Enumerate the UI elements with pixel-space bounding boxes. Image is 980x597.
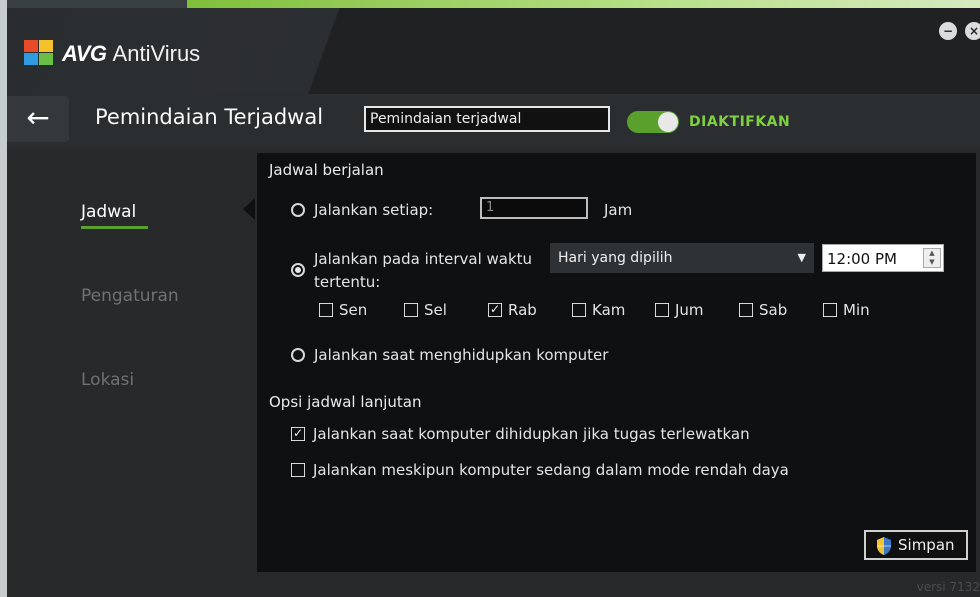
day-label-sen: Sen	[339, 301, 368, 319]
interval-dropdown[interactable]: Hari yang dipilih ▼	[550, 243, 814, 273]
day-label-min: Min	[843, 301, 870, 319]
schedule-panel: Jadwal berjalan Jalankan setiap: 1 Jam J…	[257, 153, 976, 572]
app-window: AVG AntiVirus − × ← Pemindaian Terjadwal…	[7, 0, 980, 597]
run-on-boot-label: Jalankan saat menghidupkan komputer	[314, 346, 609, 364]
product-name: AntiVirus	[112, 41, 201, 66]
close-button[interactable]: ×	[965, 22, 980, 40]
time-value: 12:00 PM	[827, 250, 897, 268]
low-power-label: Jalankan meskipun komputer sedang dalam …	[313, 461, 789, 479]
sidebar-item-jadwal[interactable]: Jadwal	[81, 202, 136, 222]
run-interval-radio[interactable]	[291, 263, 305, 277]
shield-icon	[877, 537, 891, 555]
toggle-knob	[658, 112, 678, 132]
green-accent	[187, 0, 980, 8]
toggle-label: DIAKTIFKAN	[689, 114, 791, 130]
day-label-kam: Kam	[592, 301, 626, 319]
sidebar-item-lokasi[interactable]: Lokasi	[81, 370, 134, 390]
app-header: AVG AntiVirus − ×	[7, 8, 980, 94]
enable-toggle[interactable]	[627, 111, 679, 133]
spin-down-icon[interactable]: ▼	[924, 258, 940, 267]
day-checkbox-kam[interactable]	[572, 303, 586, 317]
day-checkbox-jum[interactable]	[655, 303, 669, 317]
missed-task-label: Jalankan saat komputer dihidupkan jika t…	[313, 425, 750, 443]
day-checkbox-rab[interactable]: ✓	[488, 303, 502, 317]
scan-name-input[interactable]: Pemindaian terjadwal	[364, 106, 610, 132]
sidebar-item-pengaturan[interactable]: Pengaturan	[81, 286, 179, 306]
run-interval-label-line2: tertentu:	[314, 273, 381, 291]
run-every-radio[interactable]	[291, 203, 305, 217]
day-checkbox-sab[interactable]	[739, 303, 753, 317]
missed-task-checkbox[interactable]: ✓	[291, 427, 305, 441]
day-checkbox-min[interactable]	[823, 303, 837, 317]
day-label-sab: Sab	[759, 301, 788, 319]
interval-dropdown-value: Hari yang dipilih	[558, 250, 673, 266]
spin-up-icon[interactable]: ▲	[924, 249, 940, 258]
back-button[interactable]: ←	[7, 96, 69, 142]
time-input[interactable]: 12:00 PM ▲ ▼	[822, 244, 944, 272]
day-checkbox-sen[interactable]	[319, 303, 333, 317]
page-title: Pemindaian Terjadwal	[95, 105, 324, 129]
day-label-rab: Rab	[508, 301, 537, 319]
run-on-boot-radio[interactable]	[291, 348, 305, 362]
run-every-value-input[interactable]: 1	[480, 197, 588, 219]
page-title-bar: ← Pemindaian Terjadwal Pemindaian terjad…	[7, 94, 980, 148]
dropdown-arrow-icon: ▼	[797, 251, 806, 264]
save-button[interactable]: Simpan	[864, 530, 968, 560]
schedule-section-title: Jadwal berjalan	[269, 161, 384, 179]
run-interval-label-line1: Jalankan pada interval waktu	[314, 250, 533, 268]
version-text: versi 7132	[916, 580, 980, 594]
day-checkbox-sel[interactable]	[404, 303, 418, 317]
active-nav-underline	[81, 226, 148, 229]
brand-name: AVG	[62, 41, 107, 66]
sidebar: Jadwal Pengaturan Lokasi	[7, 148, 257, 578]
run-every-label: Jalankan setiap:	[314, 201, 434, 219]
minimize-button[interactable]: −	[939, 22, 957, 40]
day-label-sel: Sel	[424, 301, 447, 319]
top-accent-strip	[7, 0, 980, 8]
save-button-label: Simpan	[898, 536, 955, 554]
run-every-unit: Jam	[604, 201, 633, 219]
day-label-jum: Jum	[675, 301, 704, 319]
advanced-section-title: Opsi jadwal lanjutan	[269, 393, 422, 411]
time-spinner[interactable]: ▲ ▼	[923, 248, 941, 268]
app-logo: AVG AntiVirus	[24, 40, 200, 68]
footer: versi 7132	[7, 578, 980, 597]
back-arrow-icon: ←	[26, 101, 50, 134]
avg-logo-icon	[24, 40, 56, 68]
active-nav-pointer	[243, 198, 255, 220]
low-power-checkbox[interactable]	[291, 463, 305, 477]
